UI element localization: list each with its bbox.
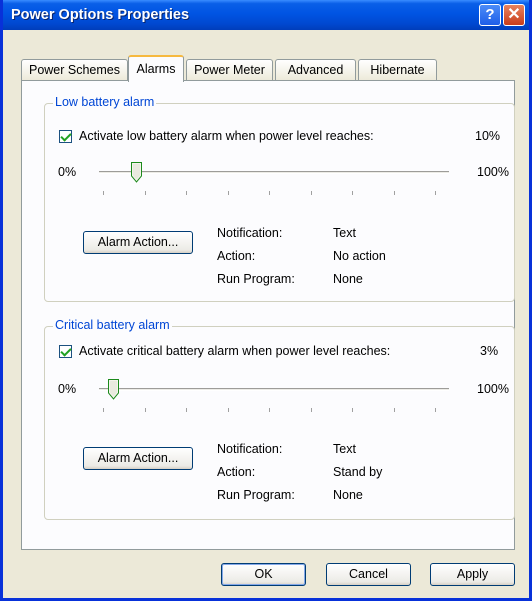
slider-tick (435, 191, 436, 195)
slider-tick (311, 408, 312, 412)
alarms-panel: Low battery alarm Activate low battery a… (21, 80, 515, 550)
low-battery-action-key: Action: (217, 249, 256, 263)
slider-tick (145, 191, 146, 195)
critical-battery-notification-key: Notification: (217, 442, 283, 456)
low-battery-notification-value: Text (333, 226, 356, 240)
cancel-button[interactable]: Cancel (326, 563, 411, 586)
critical-battery-slider-min: 0% (58, 382, 77, 396)
slider-tick (228, 191, 229, 195)
low-battery-slider-min: 0% (58, 165, 77, 179)
tab-hibernate[interactable]: Hibernate (358, 59, 437, 81)
slider-tick (352, 408, 353, 412)
slider-tick (186, 191, 187, 195)
low-battery-group: Low battery alarm Activate low battery a… (44, 95, 515, 302)
slider-tick (228, 408, 229, 412)
low-battery-run-program-key: Run Program: (217, 272, 295, 286)
slider-tick (352, 191, 353, 195)
power-options-window: Power Options Properties ? ✕ Power Schem… (0, 0, 532, 601)
low-battery-checkbox-label: Activate low battery alarm when power le… (79, 129, 374, 143)
low-battery-checkbox[interactable] (59, 130, 72, 143)
slider-tick (103, 408, 104, 412)
slider-tick (269, 408, 270, 412)
critical-battery-checkbox[interactable] (59, 345, 72, 358)
critical-battery-action-value: Stand by (333, 465, 383, 479)
tab-alarms[interactable]: Alarms (128, 55, 184, 82)
critical-battery-alarm-action-button[interactable]: Alarm Action... (83, 447, 193, 470)
critical-battery-run-program-value: None (333, 488, 363, 502)
title-bar[interactable]: Power Options Properties ? ✕ (3, 0, 529, 30)
tab-power-meter[interactable]: Power Meter (186, 59, 273, 81)
critical-battery-slider-thumb[interactable] (107, 379, 119, 400)
close-icon[interactable]: ✕ (503, 4, 525, 26)
critical-battery-run-program-key: Run Program: (217, 488, 295, 502)
slider-tick (269, 191, 270, 195)
tab-power-schemes[interactable]: Power Schemes (21, 59, 128, 81)
critical-battery-group: Critical battery alarm Activate critical… (44, 318, 515, 520)
critical-battery-slider-track[interactable] (99, 388, 449, 391)
low-battery-slider-thumb[interactable] (131, 162, 143, 183)
critical-battery-slider-max: 100% (477, 382, 509, 396)
critical-battery-checkbox-label: Activate critical battery alarm when pow… (79, 344, 391, 358)
low-battery-run-program-value: None (333, 272, 363, 286)
tab-advanced[interactable]: Advanced (275, 59, 356, 81)
slider-tick (103, 191, 104, 195)
low-battery-level-text: 10% (475, 129, 501, 143)
ok-button[interactable]: OK (221, 563, 306, 586)
slider-tick (145, 408, 146, 412)
help-icon[interactable]: ? (479, 4, 501, 26)
low-battery-action-value: No action (333, 249, 386, 263)
low-battery-group-title: Low battery alarm (53, 95, 157, 109)
slider-tick (186, 408, 187, 412)
low-battery-slider-max: 100% (477, 165, 509, 179)
critical-battery-group-title: Critical battery alarm (53, 318, 172, 332)
low-battery-notification-key: Notification: (217, 226, 283, 240)
window-title: Power Options Properties (11, 7, 190, 23)
slider-tick (394, 191, 395, 195)
slider-tick (435, 408, 436, 412)
critical-battery-action-key: Action: (217, 465, 256, 479)
slider-tick (394, 408, 395, 412)
critical-battery-notification-value: Text (333, 442, 356, 456)
slider-tick (311, 191, 312, 195)
apply-button[interactable]: Apply (430, 563, 515, 586)
low-battery-slider-track[interactable] (99, 171, 449, 174)
critical-battery-level-text: 3% (480, 344, 499, 358)
low-battery-alarm-action-button[interactable]: Alarm Action... (83, 231, 193, 254)
